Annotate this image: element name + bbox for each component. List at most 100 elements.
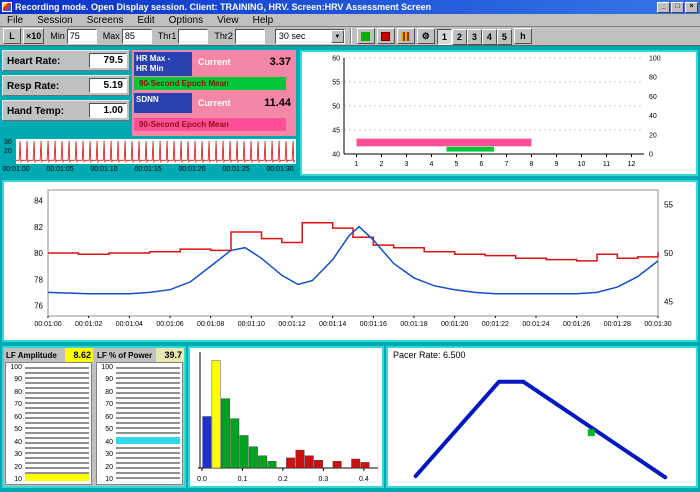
menu-item-file[interactable]: File	[0, 15, 30, 26]
menu-item-session[interactable]: Session	[30, 15, 80, 26]
thr1-input[interactable]	[178, 29, 208, 44]
max-input[interactable]	[122, 29, 152, 44]
epoch-x-tick: 4	[430, 161, 434, 168]
hist-bar	[268, 461, 277, 468]
h-button[interactable]: h	[514, 28, 532, 44]
hr-y-left-tick: 84	[34, 197, 43, 206]
interval-select[interactable]: 30 sec ▼	[275, 29, 345, 44]
reading-resp-rate: Resp Rate: 5.19	[2, 75, 130, 96]
settings-gear-button[interactable]: ⚙	[417, 28, 435, 44]
epoch-y-left-tick: 55	[332, 80, 340, 87]
meter-scale-label: 80	[97, 389, 113, 396]
hist-bar	[352, 459, 361, 468]
epoch-y-left-tick: 45	[332, 128, 340, 135]
hr-maxmin-label: HR Max - HR Min	[134, 52, 192, 76]
menu-item-edit[interactable]: Edit	[130, 15, 161, 26]
meter-scale-label: 10	[97, 476, 113, 483]
hr-max-min-red	[48, 223, 658, 261]
hr-y-left-tick: 80	[34, 249, 43, 258]
frequency-histogram-chart: 0.00.10.20.30.4	[190, 348, 382, 486]
title-bar: Recording mode. Open Display session. Cl…	[0, 0, 700, 14]
epoch-x-tick: 2	[380, 161, 384, 168]
meter-scale-label: 70	[97, 401, 113, 408]
toolbar-separator	[350, 28, 352, 44]
hr-x-tick: 00:01:22	[482, 321, 509, 328]
meter-scale-label: 80	[6, 389, 22, 396]
stripes-icon	[401, 32, 410, 41]
sdnn-row: SDNN Current 11.44	[132, 93, 296, 117]
hr-trend-panel: 848280787655504500:01:0000:01:0200:01:04…	[2, 180, 698, 342]
screen-button-4[interactable]: 4	[482, 29, 497, 45]
hr-x-tick: 00:01:28	[604, 321, 631, 328]
screen-button-3[interactable]: 3	[467, 29, 482, 45]
epoch-y-right-tick: 20	[649, 132, 657, 139]
waveform-x-tick: 00:01:05	[46, 166, 73, 173]
hand-temp-label: Hand Temp:	[7, 106, 64, 117]
close-button[interactable]: ×	[685, 2, 698, 13]
hr-y-right-tick: 50	[664, 249, 673, 258]
meter-scale-label: 50	[97, 426, 113, 433]
epoch-x-tick: 3	[405, 161, 409, 168]
lf-power-label: LF % of Power	[95, 348, 156, 362]
screen-button-5[interactable]: 5	[497, 29, 512, 45]
epoch-y-right-tick: 60	[649, 94, 657, 101]
hr-x-tick: 00:01:02	[75, 321, 102, 328]
hr-x-tick: 00:01:14	[319, 321, 346, 328]
menu-item-screens[interactable]: Screens	[80, 15, 131, 26]
epoch-y-left-tick: 50	[332, 104, 340, 111]
waveform-x-tick: 00:01:00	[2, 166, 29, 173]
window-title: Recording mode. Open Display session. Cl…	[15, 2, 657, 12]
waveform-x-tick: 00:01:30	[266, 166, 293, 173]
sdnn-epoch-label: 90-Second Epoch Mean	[139, 120, 229, 129]
epoch-trend-chart: 6055504540100806040200123456789101112	[302, 52, 696, 174]
epoch-x-tick: 12	[628, 161, 636, 168]
lf-power-column: LF % of Power 39.7 100908070605040302010	[95, 348, 184, 486]
green-indicator-button[interactable]	[357, 28, 375, 44]
stripes-button[interactable]	[397, 28, 415, 44]
x10-button[interactable]: ×10	[23, 28, 44, 44]
hand-temp-value: 1.00	[89, 103, 127, 118]
lf-amplitude-value: 8.62	[65, 348, 93, 362]
min-input[interactable]	[67, 29, 97, 44]
hr-x-tick: 00:01:06	[156, 321, 183, 328]
hist-bar	[296, 450, 305, 468]
hr-y-left-tick: 82	[34, 223, 43, 232]
lf-amplitude-header: LF Amplitude 8.62	[4, 348, 93, 362]
epoch-y-right-tick: 80	[649, 75, 657, 82]
hr-maxmin-value: 3.37	[270, 56, 291, 68]
hr-x-tick: 00:01:26	[563, 321, 590, 328]
hr-x-tick: 00:01:12	[278, 321, 305, 328]
menu-item-help[interactable]: Help	[246, 15, 281, 26]
resp-rate-label: Resp Rate:	[7, 81, 59, 92]
interval-value: 30 sec	[276, 31, 331, 41]
hr-x-tick: 00:01:08	[197, 321, 224, 328]
toolbar: L ×10 Min Max Thr1 Thr2 30 sec ▼ ⚙ 12345…	[0, 27, 700, 46]
lf-power-meter: 100908070605040302010	[96, 362, 183, 485]
meter-scale-label: 100	[6, 364, 22, 371]
hr-maxmin-current-label: Current	[198, 57, 231, 67]
thr2-input[interactable]	[235, 29, 265, 44]
hist-x-tick: 0.0	[197, 476, 207, 483]
hist-bar	[258, 456, 267, 468]
lf-amplitude-meter: 100908070605040302010	[5, 362, 92, 485]
meter-scale-label: 30	[97, 451, 113, 458]
hr-y-left-tick: 78	[34, 275, 43, 284]
screen-button-2[interactable]: 2	[452, 29, 467, 45]
scale-l-button[interactable]: L	[3, 28, 21, 44]
minimize-button[interactable]: _	[657, 2, 670, 13]
maximize-button[interactable]: □	[671, 2, 684, 13]
red-indicator-button[interactable]	[377, 28, 395, 44]
hist-bar	[333, 461, 342, 468]
waveform-x-tick: 00:01:15	[134, 166, 161, 173]
epoch-x-tick: 9	[555, 161, 559, 168]
screen-button-1[interactable]: 1	[437, 29, 452, 45]
hist-x-tick: 0.4	[359, 476, 369, 483]
hr-trend-chart: 848280787655504500:01:0000:01:0200:01:04…	[4, 182, 696, 340]
sdnn-current-label: Current	[198, 98, 231, 108]
menu-item-view[interactable]: View	[210, 15, 246, 26]
menu-item-options[interactable]: Options	[162, 15, 210, 26]
epoch-x-tick: 8	[530, 161, 534, 168]
epoch-x-tick: 5	[455, 161, 459, 168]
thr1-label: Thr1	[158, 31, 177, 41]
epoch-y-left-tick: 40	[332, 152, 340, 159]
